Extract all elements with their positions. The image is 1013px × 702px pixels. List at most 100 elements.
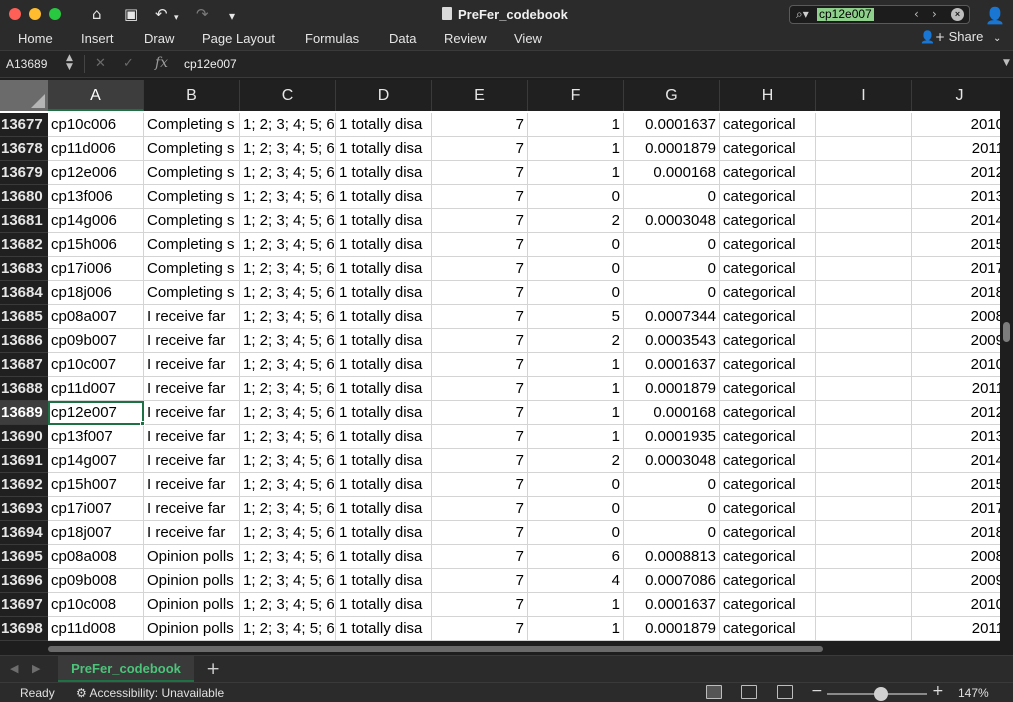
table-cell[interactable]: 0.0001879	[624, 617, 720, 641]
sheet-tab-prefer-codebook[interactable]: PreFer_codebook	[58, 656, 194, 682]
table-cell[interactable]: 2010	[912, 593, 1000, 617]
spreadsheet-grid[interactable]: A B C D E F G H I J 13677 cp10c006 Completing s 1; 2;…	[0, 80, 1000, 641]
table-cell[interactable]: 2018	[912, 521, 1000, 545]
table-cell[interactable]: 2008	[912, 305, 1000, 329]
table-cell[interactable]: 4	[528, 569, 624, 593]
table-cell[interactable]: 7	[432, 305, 528, 329]
table-cell[interactable]: 1; 2; 3; 4; 5; 6	[240, 449, 336, 473]
table-cell[interactable]: 1 totally disa	[336, 521, 432, 545]
table-cell[interactable]: 7	[432, 209, 528, 233]
column-header-g[interactable]: G	[624, 80, 720, 111]
vertical-scroll-thumb[interactable]	[1003, 322, 1010, 342]
table-cell[interactable]: 1 totally disa	[336, 185, 432, 209]
table-cell[interactable]: 2017	[912, 257, 1000, 281]
table-cell[interactable]: categorical	[720, 305, 816, 329]
table-cell[interactable]: 1; 2; 3; 4; 5; 6	[240, 425, 336, 449]
row-header[interactable]: 13679	[0, 161, 48, 185]
insert-function-icon[interactable]: fx	[155, 55, 168, 71]
row-header[interactable]: 13697	[0, 593, 48, 617]
table-cell[interactable]: I receive far	[144, 425, 240, 449]
table-cell[interactable]: 0	[528, 497, 624, 521]
table-cell[interactable]: 7	[432, 113, 528, 137]
table-cell[interactable]: 1 totally disa	[336, 137, 432, 161]
table-cell[interactable]: I receive far	[144, 353, 240, 377]
table-cell[interactable]: 7	[432, 497, 528, 521]
row-header[interactable]: 13693	[0, 497, 48, 521]
table-cell[interactable]	[816, 113, 912, 137]
horizontal-scroll-thumb[interactable]	[48, 646, 823, 652]
table-cell[interactable]: cp09b008	[48, 569, 144, 593]
table-cell[interactable]: 2013	[912, 185, 1000, 209]
table-cell[interactable]: 2009	[912, 329, 1000, 353]
table-cell[interactable]: 5	[528, 305, 624, 329]
table-cell[interactable]: 1; 2; 3; 4; 5; 6	[240, 569, 336, 593]
table-cell[interactable]: 7	[432, 161, 528, 185]
column-header-a[interactable]: A	[48, 80, 144, 111]
table-cell[interactable]: 0.0001637	[624, 593, 720, 617]
accessibility-status[interactable]: ⚙ Accessibility: Unavailable	[76, 686, 224, 700]
row-header[interactable]: 13677	[0, 113, 48, 137]
tab-insert[interactable]: Insert	[81, 31, 114, 46]
table-cell[interactable]	[816, 137, 912, 161]
table-cell[interactable]: categorical	[720, 185, 816, 209]
table-cell[interactable]: 0.0008813	[624, 545, 720, 569]
name-box[interactable]: A13689	[6, 57, 47, 71]
table-cell[interactable]	[816, 593, 912, 617]
table-cell[interactable]: 1 totally disa	[336, 281, 432, 305]
table-cell[interactable]: 0.0003048	[624, 449, 720, 473]
table-cell[interactable]: cp10c007	[48, 353, 144, 377]
table-cell[interactable]: Completing s	[144, 233, 240, 257]
table-cell[interactable]: cp10c008	[48, 593, 144, 617]
normal-view-button[interactable]	[706, 685, 722, 699]
table-cell[interactable]: 2014	[912, 449, 1000, 473]
table-cell[interactable]: Completing s	[144, 137, 240, 161]
table-cell[interactable]: 1 totally disa	[336, 209, 432, 233]
table-cell[interactable]: 1	[528, 377, 624, 401]
row-header[interactable]: 13698	[0, 617, 48, 641]
table-cell[interactable]: 2	[528, 209, 624, 233]
table-cell[interactable]: I receive far	[144, 401, 240, 425]
table-cell[interactable]	[816, 209, 912, 233]
fill-handle[interactable]	[140, 421, 145, 426]
next-sheet-icon[interactable]: ▶	[32, 662, 40, 675]
table-cell[interactable]: 7	[432, 281, 528, 305]
table-cell[interactable]: 0.0001637	[624, 113, 720, 137]
row-header[interactable]: 13685	[0, 305, 48, 329]
table-cell[interactable]: cp12e006	[48, 161, 144, 185]
table-cell[interactable]: 1 totally disa	[336, 329, 432, 353]
table-cell[interactable]: Opinion polls	[144, 569, 240, 593]
row-header[interactable]: 13678	[0, 137, 48, 161]
table-cell[interactable]: 1; 2; 3; 4; 5; 6	[240, 209, 336, 233]
tab-draw[interactable]: Draw	[144, 31, 174, 46]
table-cell[interactable]: categorical	[720, 401, 816, 425]
zoom-window-button[interactable]	[49, 8, 61, 20]
table-cell[interactable]: 0	[624, 497, 720, 521]
row-header[interactable]: 13681	[0, 209, 48, 233]
table-cell[interactable]: 1	[528, 401, 624, 425]
search-input[interactable]: cp12e007	[817, 8, 874, 21]
table-cell[interactable]: 0	[624, 473, 720, 497]
row-header[interactable]: 13686	[0, 329, 48, 353]
table-cell[interactable]: 2017	[912, 497, 1000, 521]
tab-data[interactable]: Data	[389, 31, 416, 46]
table-cell[interactable]: 1	[528, 161, 624, 185]
table-cell[interactable]: 0.0007086	[624, 569, 720, 593]
row-header[interactable]: 13690	[0, 425, 48, 449]
table-cell[interactable]: I receive far	[144, 329, 240, 353]
table-cell[interactable]: 2010	[912, 113, 1000, 137]
close-window-button[interactable]	[9, 8, 21, 20]
table-cell[interactable]: 7	[432, 257, 528, 281]
row-header[interactable]: 13683	[0, 257, 48, 281]
table-cell[interactable]: 7	[432, 353, 528, 377]
table-cell[interactable]: 7	[432, 593, 528, 617]
table-cell[interactable]: categorical	[720, 329, 816, 353]
table-cell[interactable]: 1; 2; 3; 4; 5; 6	[240, 497, 336, 521]
column-header-d[interactable]: D	[336, 80, 432, 111]
vertical-scrollbar[interactable]	[1000, 80, 1013, 641]
table-cell[interactable]	[816, 377, 912, 401]
tab-page-layout[interactable]: Page Layout	[202, 31, 275, 46]
table-cell[interactable]: 1 totally disa	[336, 617, 432, 641]
table-cell[interactable]	[816, 305, 912, 329]
table-cell[interactable]: 1 totally disa	[336, 257, 432, 281]
table-cell[interactable]	[816, 473, 912, 497]
